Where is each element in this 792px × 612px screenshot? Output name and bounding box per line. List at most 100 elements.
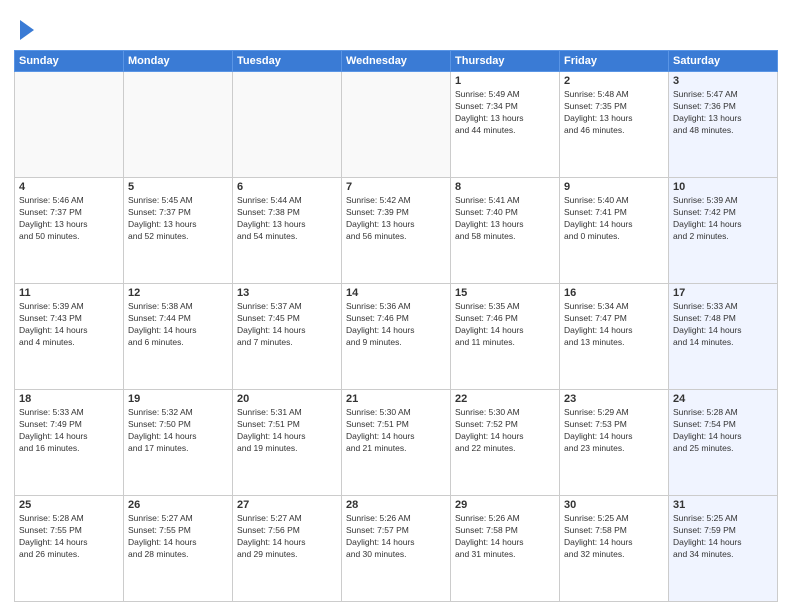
calendar-cell: 22Sunrise: 5:30 AM Sunset: 7:52 PM Dayli… [451, 390, 560, 496]
calendar-cell: 23 Sunrise: 5:29 AM Sunset: 7:53 PM Dayli… [560, 390, 669, 496]
calendar-header-tuesday: Tuesday [233, 51, 342, 72]
day-number: 6 [237, 181, 337, 193]
day-info: Sunrise: 5:33 AM Sunset: 7:49 PM Dayligh… [19, 407, 119, 455]
day-number: 1 [455, 75, 555, 87]
day-info: Sunrise: 5:38 AM Sunset: 7:44 PM Dayligh… [128, 301, 228, 349]
calendar-cell: 16Sunrise: 5:34 AM Sunset: 7:47 PM Dayli… [560, 284, 669, 390]
day-number: 31 [673, 499, 773, 511]
calendar-week-2: 4 Sunrise: 5:46 AM Sunset: 7:37 PM Daylig… [15, 178, 778, 284]
calendar-cell: 5 Sunrise: 5:45 AM Sunset: 7:37 PM Daylig… [124, 178, 233, 284]
day-info: Sunrise: 5:25 AM Sunset: 7:58 PM Dayligh… [564, 513, 664, 561]
day-info: Sunrise: 5:36 AM Sunset: 7:46 PM Dayligh… [346, 301, 446, 349]
day-number: 18 [19, 393, 119, 405]
day-info: Sunrise: 5:41 AM Sunset: 7:40 PM Dayligh… [455, 195, 555, 243]
day-number: 25 [19, 499, 119, 511]
day-number: 21 [346, 393, 446, 405]
logo-icon [16, 16, 36, 44]
calendar-cell [15, 72, 124, 178]
day-info: Sunrise: 5:26 AM Sunset: 7:58 PM Dayligh… [455, 513, 555, 561]
day-number: 15 [455, 287, 555, 299]
logo [14, 14, 36, 44]
day-number: 11 [19, 287, 119, 299]
day-number: 27 [237, 499, 337, 511]
calendar-cell: 18 Sunrise: 5:33 AM Sunset: 7:49 PM Dayli… [15, 390, 124, 496]
calendar-header-row: SundayMondayTuesdayWednesdayThursdayFrid… [15, 51, 778, 72]
day-number: 14 [346, 287, 446, 299]
calendar-cell: 31Sunrise: 5:25 AM Sunset: 7:59 PM Dayli… [669, 496, 778, 602]
calendar-cell: 17Sunrise: 5:33 AM Sunset: 7:48 PM Dayli… [669, 284, 778, 390]
day-number: 7 [346, 181, 446, 193]
calendar-week-1: 1 Sunrise: 5:49 AM Sunset: 7:34 PM Daylig… [15, 72, 778, 178]
day-info: Sunrise: 5:31 AM Sunset: 7:51 PM Dayligh… [237, 407, 337, 455]
day-info: Sunrise: 5:39 AM Sunset: 7:43 PM Dayligh… [19, 301, 119, 349]
day-info: Sunrise: 5:29 AM Sunset: 7:53 PM Dayligh… [564, 407, 664, 455]
calendar-cell: 9 Sunrise: 5:40 AM Sunset: 7:41 PM Daylig… [560, 178, 669, 284]
calendar-header-wednesday: Wednesday [342, 51, 451, 72]
calendar-header-thursday: Thursday [451, 51, 560, 72]
day-info: Sunrise: 5:40 AM Sunset: 7:41 PM Dayligh… [564, 195, 664, 243]
calendar-cell: 14 Sunrise: 5:36 AM Sunset: 7:46 PM Dayli… [342, 284, 451, 390]
calendar-cell [124, 72, 233, 178]
calendar-table: SundayMondayTuesdayWednesdayThursdayFrid… [14, 50, 778, 602]
day-number: 19 [128, 393, 228, 405]
page: SundayMondayTuesdayWednesdayThursdayFrid… [0, 0, 792, 612]
day-number: 20 [237, 393, 337, 405]
day-number: 3 [673, 75, 773, 87]
day-number: 8 [455, 181, 555, 193]
day-number: 23 [564, 393, 664, 405]
calendar-cell: 25 Sunrise: 5:28 AM Sunset: 7:55 PM Dayli… [15, 496, 124, 602]
day-number: 13 [237, 287, 337, 299]
calendar-cell: 4 Sunrise: 5:46 AM Sunset: 7:37 PM Daylig… [15, 178, 124, 284]
calendar-cell: 7 Sunrise: 5:42 AM Sunset: 7:39 PM Daylig… [342, 178, 451, 284]
calendar-header-monday: Monday [124, 51, 233, 72]
day-number: 4 [19, 181, 119, 193]
day-info: Sunrise: 5:46 AM Sunset: 7:37 PM Dayligh… [19, 195, 119, 243]
calendar-cell: 29 Sunrise: 5:26 AM Sunset: 7:58 PM Dayli… [451, 496, 560, 602]
calendar-cell: 8 Sunrise: 5:41 AM Sunset: 7:40 PM Daylig… [451, 178, 560, 284]
day-info: Sunrise: 5:33 AM Sunset: 7:48 PM Dayligh… [673, 301, 773, 349]
calendar-header-sunday: Sunday [15, 51, 124, 72]
day-info: Sunrise: 5:27 AM Sunset: 7:56 PM Dayligh… [237, 513, 337, 561]
calendar-cell: 2Sunrise: 5:48 AM Sunset: 7:35 PM Daylig… [560, 72, 669, 178]
day-info: Sunrise: 5:26 AM Sunset: 7:57 PM Dayligh… [346, 513, 446, 561]
day-number: 10 [673, 181, 773, 193]
calendar-cell: 26Sunrise: 5:27 AM Sunset: 7:55 PM Dayli… [124, 496, 233, 602]
calendar-cell: 30Sunrise: 5:25 AM Sunset: 7:58 PM Dayli… [560, 496, 669, 602]
day-info: Sunrise: 5:27 AM Sunset: 7:55 PM Dayligh… [128, 513, 228, 561]
calendar-cell: 15 Sunrise: 5:35 AM Sunset: 7:46 PM Dayli… [451, 284, 560, 390]
calendar-cell: 6 Sunrise: 5:44 AM Sunset: 7:38 PM Daylig… [233, 178, 342, 284]
day-number: 22 [455, 393, 555, 405]
day-number: 24 [673, 393, 773, 405]
calendar-cell: 10 Sunrise: 5:39 AM Sunset: 7:42 PM Dayli… [669, 178, 778, 284]
day-number: 28 [346, 499, 446, 511]
calendar-cell [342, 72, 451, 178]
day-number: 12 [128, 287, 228, 299]
calendar-cell: 11 Sunrise: 5:39 AM Sunset: 7:43 PM Dayli… [15, 284, 124, 390]
day-info: Sunrise: 5:37 AM Sunset: 7:45 PM Dayligh… [237, 301, 337, 349]
day-info: Sunrise: 5:30 AM Sunset: 7:51 PM Dayligh… [346, 407, 446, 455]
header [14, 10, 778, 44]
day-info: Sunrise: 5:28 AM Sunset: 7:55 PM Dayligh… [19, 513, 119, 561]
day-info: Sunrise: 5:42 AM Sunset: 7:39 PM Dayligh… [346, 195, 446, 243]
calendar-cell: 1 Sunrise: 5:49 AM Sunset: 7:34 PM Daylig… [451, 72, 560, 178]
calendar-header-saturday: Saturday [669, 51, 778, 72]
day-info: Sunrise: 5:32 AM Sunset: 7:50 PM Dayligh… [128, 407, 228, 455]
day-info: Sunrise: 5:49 AM Sunset: 7:34 PM Dayligh… [455, 89, 555, 137]
calendar-week-5: 25 Sunrise: 5:28 AM Sunset: 7:55 PM Dayli… [15, 496, 778, 602]
day-info: Sunrise: 5:34 AM Sunset: 7:47 PM Dayligh… [564, 301, 664, 349]
day-number: 29 [455, 499, 555, 511]
calendar-cell: 27 Sunrise: 5:27 AM Sunset: 7:56 PM Dayli… [233, 496, 342, 602]
calendar-week-4: 18 Sunrise: 5:33 AM Sunset: 7:49 PM Dayli… [15, 390, 778, 496]
day-info: Sunrise: 5:28 AM Sunset: 7:54 PM Dayligh… [673, 407, 773, 455]
calendar-cell: 24 Sunrise: 5:28 AM Sunset: 7:54 PM Dayli… [669, 390, 778, 496]
calendar-cell: 19 Sunrise: 5:32 AM Sunset: 7:50 PM Dayli… [124, 390, 233, 496]
calendar-cell: 28 Sunrise: 5:26 AM Sunset: 7:57 PM Dayli… [342, 496, 451, 602]
calendar-header-friday: Friday [560, 51, 669, 72]
day-number: 5 [128, 181, 228, 193]
day-info: Sunrise: 5:39 AM Sunset: 7:42 PM Dayligh… [673, 195, 773, 243]
day-info: Sunrise: 5:45 AM Sunset: 7:37 PM Dayligh… [128, 195, 228, 243]
calendar-cell [233, 72, 342, 178]
day-number: 9 [564, 181, 664, 193]
day-info: Sunrise: 5:35 AM Sunset: 7:46 PM Dayligh… [455, 301, 555, 349]
day-info: Sunrise: 5:44 AM Sunset: 7:38 PM Dayligh… [237, 195, 337, 243]
